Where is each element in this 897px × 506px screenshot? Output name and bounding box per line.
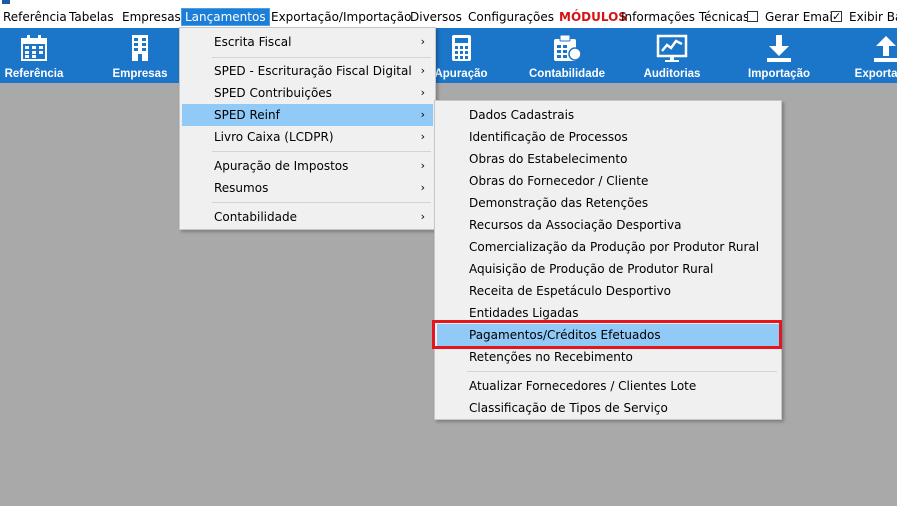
chevron-right-icon: › xyxy=(420,108,425,121)
reinf-item-identificacao-processos[interactable]: Identificação de Processos xyxy=(437,126,779,148)
exibir-bar-checkbox[interactable]: ✓ xyxy=(831,11,842,22)
toolbar-auditorias-label: Auditorias xyxy=(643,68,701,80)
menu-item-sped-contribuicoes[interactable]: SPED Contribuições › xyxy=(182,82,433,104)
toolbar-contabilidade-button[interactable]: Contabilidade xyxy=(525,28,609,83)
menu-configuracoes[interactable]: Configurações xyxy=(465,8,557,26)
reinf-item-aquisicao-producao[interactable]: Aquisição de Produção de Produtor Rural xyxy=(437,258,779,280)
reinf-item-classificacao-servico[interactable]: Classificação de Tipos de Serviço xyxy=(437,397,779,419)
menu-diversos[interactable]: Diversos xyxy=(407,8,465,26)
download-icon xyxy=(767,35,791,62)
calculator-icon xyxy=(452,35,471,61)
chevron-right-icon: › xyxy=(420,210,425,223)
menu-item-sped-reinf[interactable]: SPED Reinf › xyxy=(182,104,433,126)
toolbar-empresas-label: Empresas xyxy=(112,68,168,80)
lancamentos-menu: Escrita Fiscal › SPED - Escrituração Fis… xyxy=(179,27,436,230)
calendar-icon xyxy=(21,35,47,61)
chevron-right-icon: › xyxy=(420,181,425,194)
menu-separator xyxy=(212,57,431,58)
toolbar-exportacao-label: Exportação xyxy=(854,68,897,80)
menu-item-sped-efd[interactable]: SPED - Escrituração Fiscal Digital › xyxy=(182,60,433,82)
menu-item-resumos[interactable]: Resumos › xyxy=(182,177,433,199)
reinf-item-entidades-ligadas[interactable]: Entidades Ligadas xyxy=(437,302,779,324)
menu-empresas[interactable]: Empresas xyxy=(119,8,184,26)
toolbar-empresas-button[interactable]: Empresas xyxy=(106,28,174,83)
chart-monitor-icon xyxy=(656,34,688,62)
exibir-bar-label[interactable]: Exibir Bar xyxy=(846,8,897,26)
reinf-item-obras-estabelecimento[interactable]: Obras do Estabelecimento xyxy=(437,148,779,170)
menu-tabelas[interactable]: Tabelas xyxy=(66,8,117,26)
menu-item-apuracao-impostos[interactable]: Apuração de Impostos › xyxy=(182,155,433,177)
menu-separator xyxy=(467,371,777,372)
toolbar-referencia-button[interactable]: Referência xyxy=(0,28,68,83)
sped-reinf-submenu: Dados Cadastrais Identificação de Proces… xyxy=(434,100,782,420)
toolbar-contabilidade-label: Contabilidade xyxy=(528,68,606,80)
gerar-email-checkbox[interactable] xyxy=(747,11,758,22)
main-toolbar: Referência Empresas Apuração Contabilida… xyxy=(0,28,897,83)
reinf-item-recursos-associacao[interactable]: Recursos da Associação Desportiva xyxy=(437,214,779,236)
chevron-right-icon: › xyxy=(420,64,425,77)
upload-icon xyxy=(874,36,897,62)
menu-informacoes-tecnicas[interactable]: Informações Técnicas xyxy=(618,8,752,26)
reinf-item-pagamentos-creditos[interactable]: Pagamentos/Créditos Efetuados xyxy=(437,324,779,346)
menu-lancamentos[interactable]: Lançamentos xyxy=(181,8,270,26)
building-icon xyxy=(132,35,148,61)
menu-exportacao-importacao[interactable]: Exportação/Importação xyxy=(268,8,414,26)
menu-separator xyxy=(212,151,431,152)
toolbar-auditorias-button[interactable]: Auditorias xyxy=(637,28,707,83)
toolbar-importacao-label: Importação xyxy=(748,68,810,80)
toolbar-referencia-label: Referência xyxy=(4,68,64,80)
accounting-icon xyxy=(554,34,582,61)
reinf-item-receita-espetaculo[interactable]: Receita de Espetáculo Desportivo xyxy=(437,280,779,302)
menu-referencia[interactable]: Referência xyxy=(0,8,70,26)
reinf-item-atualizar-fornecedores[interactable]: Atualizar Fornecedores / Clientes Lote xyxy=(437,375,779,397)
reinf-item-comercializacao-producao[interactable]: Comercialização da Produção por Produtor… xyxy=(437,236,779,258)
menu-item-contabilidade[interactable]: Contabilidade › xyxy=(182,206,433,228)
menu-item-livro-caixa[interactable]: Livro Caixa (LCDPR) › xyxy=(182,126,433,148)
menu-separator xyxy=(212,202,431,203)
toolbar-importacao-button[interactable]: Importação xyxy=(743,28,815,83)
reinf-item-obras-fornecedor-cliente[interactable]: Obras do Fornecedor / Cliente xyxy=(437,170,779,192)
chevron-right-icon: › xyxy=(420,130,425,143)
toolbar-exportacao-button[interactable]: Exportação xyxy=(850,28,897,83)
app-icon xyxy=(2,0,10,4)
reinf-item-dados-cadastrais[interactable]: Dados Cadastrais xyxy=(437,104,779,126)
menu-item-escrita-fiscal[interactable]: Escrita Fiscal › xyxy=(182,31,433,53)
gerar-email-label[interactable]: Gerar Email xyxy=(762,8,839,26)
reinf-item-demonstracao-retencoes[interactable]: Demonstração das Retenções xyxy=(437,192,779,214)
menu-bar: Referência Tabelas Empresas Lançamentos … xyxy=(0,6,897,28)
chevron-right-icon: › xyxy=(420,159,425,172)
chevron-right-icon: › xyxy=(420,86,425,99)
chevron-right-icon: › xyxy=(420,35,425,48)
reinf-item-retencoes-recebimento[interactable]: Retenções no Recebimento xyxy=(437,346,779,368)
